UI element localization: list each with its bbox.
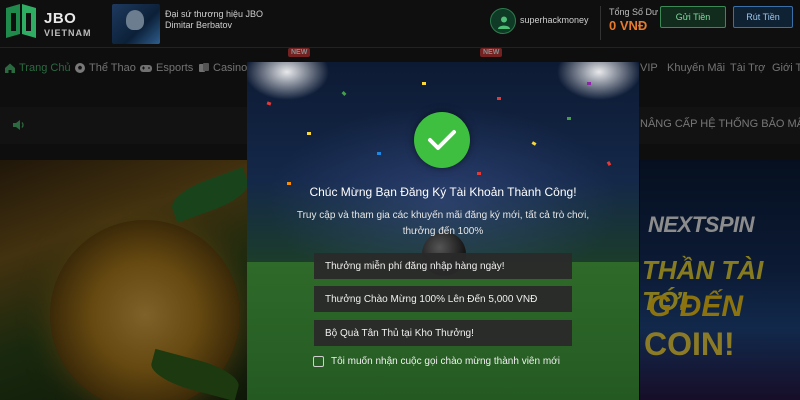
header-divider	[600, 6, 601, 40]
modal-title: Chúc Mừng Bạn Đăng Ký Tài Khoản Thành Cô…	[309, 185, 577, 199]
modal-subtitle-line2: thưởng đến 100%	[402, 226, 484, 237]
balance-label: Tổng Số Dư	[609, 7, 659, 17]
withdraw-button[interactable]: Rút Tiền	[733, 6, 793, 28]
username[interactable]: superhackmoney	[520, 15, 589, 25]
confetti	[477, 172, 481, 175]
top-header: JBO VIETNAM Đại sứ thương hiệu JBO Dimit…	[0, 0, 800, 48]
ambassador-photo	[112, 4, 160, 44]
jbo-logo-mark-icon	[6, 4, 36, 38]
jbo-home-page: JBO VIETNAM Đại sứ thương hiệu JBO Dimit…	[0, 0, 800, 400]
confetti	[531, 141, 537, 146]
ambassador-name: Dimitar Berbatov	[165, 20, 233, 30]
success-check-icon	[414, 112, 470, 168]
optin-checkbox[interactable]	[313, 356, 324, 367]
confetti	[377, 152, 381, 155]
user-icon	[498, 16, 510, 29]
confetti	[266, 101, 272, 106]
bonus-item-newbie-gift[interactable]: Bộ Quà Tân Thủ tại Kho Thưởng!	[314, 320, 572, 346]
logo-text-vietnam: VIETNAM	[44, 28, 92, 38]
user-avatar[interactable]	[490, 8, 516, 34]
confetti	[606, 161, 612, 166]
jbo-logo[interactable]: JBO VIETNAM	[4, 4, 94, 42]
confetti	[587, 82, 591, 85]
modal-subtitle-line1: Truy cập và tham gia các khuyến mãi đăng…	[296, 210, 590, 221]
ambassador-title: Đại sứ thương hiệu JBO	[165, 9, 263, 19]
logo-text-jbo: JBO	[44, 10, 77, 27]
optin-label: Tôi muốn nhận cuộc gọi chào mừng thành v…	[331, 356, 560, 367]
welcome-call-optin[interactable]: Tôi muốn nhận cuộc gọi chào mừng thành v…	[313, 356, 560, 367]
confetti	[422, 82, 426, 85]
registration-success-modal: Chúc Mừng Bạn Đăng Ký Tài Khoản Thành Cô…	[247, 62, 639, 400]
bonus-item-daily-login[interactable]: Thưởng miễn phí đăng nhập hàng ngày!	[314, 253, 572, 279]
confetti	[341, 91, 347, 96]
bonus-item-welcome[interactable]: Thưởng Chào Mừng 100% Lên Đến 5,000 VNĐ	[314, 286, 572, 312]
deposit-button[interactable]: Gửi Tiền	[660, 6, 726, 28]
confetti	[497, 97, 501, 100]
balance-value: 0 VNĐ	[609, 18, 648, 33]
confetti	[567, 117, 571, 120]
checkmark-icon	[428, 130, 456, 150]
confetti	[307, 132, 311, 135]
